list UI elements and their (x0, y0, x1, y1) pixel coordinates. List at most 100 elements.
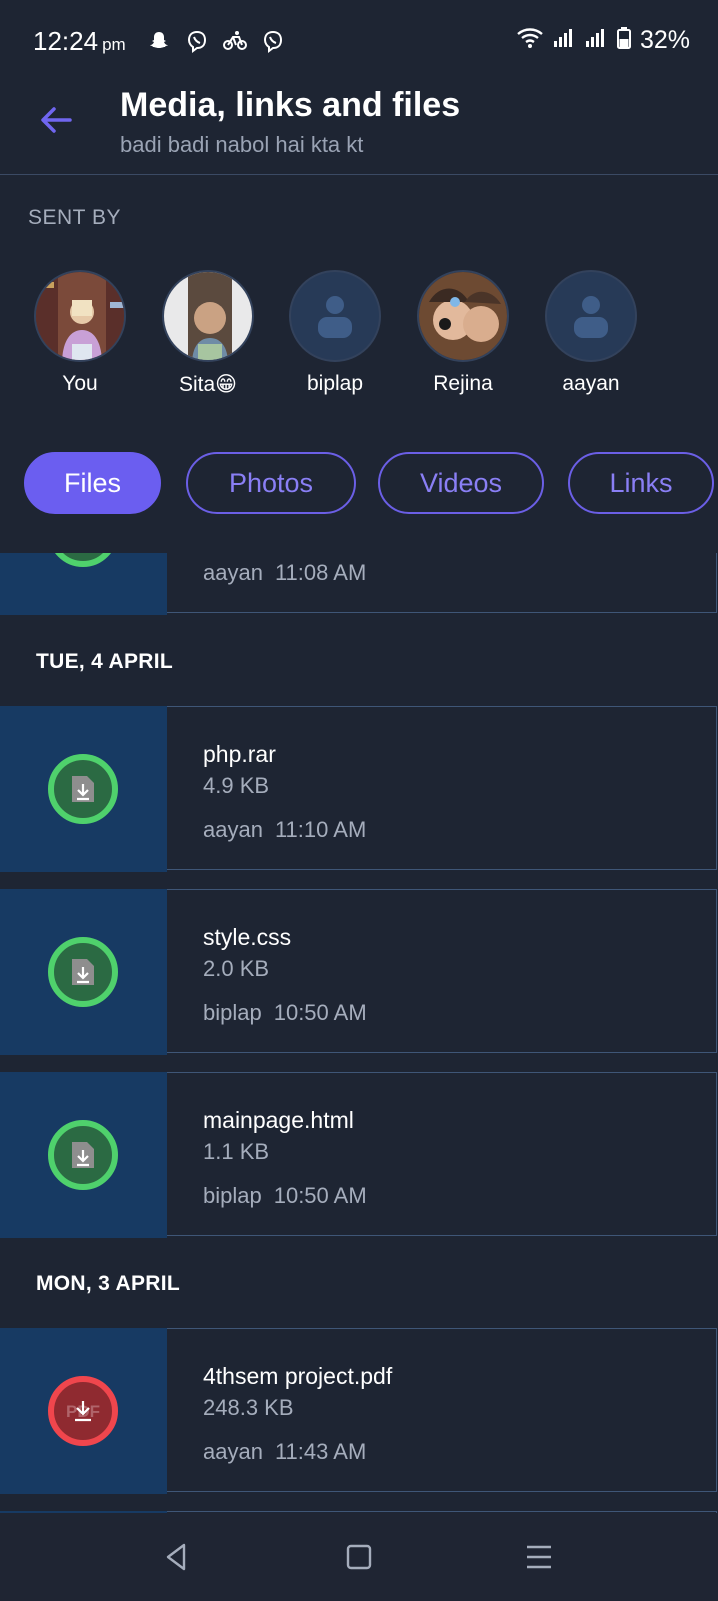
file-meta: aayan 11:43 AM (203, 1439, 366, 1465)
file-size: 4.9 KB (203, 773, 270, 798)
sender-name: biplap (306, 372, 364, 395)
file-info: style.css 2.0 KB biplap 10:50 AM (167, 889, 717, 1053)
avatar (417, 270, 509, 362)
avatar (34, 270, 126, 362)
page-title: Media, links and files (120, 86, 461, 124)
file-time: 11:43 AM (274, 1439, 367, 1464)
square-home-icon (346, 1544, 372, 1570)
snapchat-icon (146, 28, 172, 54)
file-list: aayan 11:08 AM TUE, 4 APRIL php.rar 4.9 K… (0, 553, 718, 1513)
wifi-icon (516, 26, 544, 55)
bicycle-icon (222, 28, 248, 54)
file-time: 10:50 AM (273, 1000, 367, 1025)
download-button[interactable]: PDF (48, 1376, 118, 1446)
tab-files[interactable]: Files (24, 452, 161, 514)
file-thumbnail (0, 1072, 167, 1238)
file-row[interactable]: aayan 11:08 AM (0, 553, 718, 615)
sender-you[interactable]: You (16, 270, 144, 396)
file-sender: aayan (203, 560, 263, 585)
file-meta: aayan 11:08 AM (203, 560, 366, 586)
file-info: 4thsem project.pdf 248.3 KB aayan 11:43 A… (167, 1328, 717, 1492)
file-row[interactable]: style.css 2.0 KB biplap 10:50 AM (0, 889, 718, 1055)
file-name: php.rar (203, 741, 276, 767)
sent-by-label: SENT BY (28, 206, 121, 229)
sender-aayan[interactable]: aayan (527, 270, 655, 396)
media-tabs: Files Photos Videos Links (24, 452, 718, 518)
download-button[interactable] (48, 1120, 118, 1190)
file-name: mainpage.html (203, 1107, 354, 1133)
file-info: php.rar 4.9 KB aayan 11:10 AM (167, 706, 717, 870)
nav-recents-button[interactable] (517, 1535, 561, 1579)
file-sender: biplap (203, 1183, 262, 1208)
viber-icon (184, 28, 210, 54)
file-time: 11:08 AM (274, 560, 367, 585)
download-button[interactable] (48, 754, 118, 824)
file-row[interactable]: mainpage.html 1.1 KB biplap 10:50 AM (0, 1072, 718, 1238)
sender-name: aayan (562, 372, 620, 395)
time-text: 12:24 (33, 26, 99, 56)
battery-percent: 32% (639, 26, 690, 54)
file-size: 2.0 KB (203, 956, 270, 981)
triangle-back-icon (166, 1543, 186, 1571)
signal-icon (552, 26, 576, 55)
pdf-download-icon: PDF (66, 1401, 100, 1422)
app-header: Media, links and files badi badi nabol h… (0, 80, 718, 175)
file-sender: aayan (203, 1439, 263, 1464)
file-meta: biplap 10:50 AM (203, 1183, 367, 1209)
menu-lines-icon (527, 1545, 551, 1569)
sender-sita[interactable]: Sita😁 (144, 270, 272, 397)
sender-name: You (62, 372, 98, 395)
file-row[interactable]: php.rar 4.9 KB aayan 11:10 AM (0, 706, 718, 872)
file-meta: aayan 11:10 AM (203, 817, 366, 843)
download-button[interactable] (48, 553, 118, 567)
file-name: 4thsem project.pdf (203, 1363, 393, 1389)
sender-filter-list: You Sita😁 biplap Rejina aayan (0, 270, 718, 410)
avatar-placeholder (289, 270, 381, 362)
file-size: 248.3 KB (203, 1395, 294, 1420)
file-time: 10:50 AM (273, 1183, 367, 1208)
date-header: TUE, 4 APRIL (36, 650, 174, 673)
sender-name: Rejina (433, 372, 493, 395)
viber-icon (260, 28, 286, 54)
avatar (162, 270, 254, 362)
file-size: 1.1 KB (203, 1139, 270, 1164)
file-info: aayan 11:08 AM (167, 553, 717, 613)
file-name: style.css (203, 924, 292, 950)
sender-biplap[interactable]: biplap (271, 270, 399, 396)
file-info: mainpage.html 1.1 KB biplap 10:50 AM (167, 1072, 717, 1236)
tab-photos[interactable]: Photos (186, 452, 356, 514)
file-sender: aayan (203, 817, 263, 842)
arrow-left-icon (41, 107, 72, 133)
system-icons: 32% (516, 26, 690, 55)
file-thumbnail (0, 706, 167, 872)
sender-rejina[interactable]: Rejina (399, 270, 527, 396)
tab-videos[interactable]: Videos (378, 452, 544, 514)
battery-icon (616, 26, 632, 55)
tab-links[interactable]: Links (568, 452, 714, 514)
status-bar: 12:24 pm 32% (0, 0, 718, 80)
status-time: 12:24 pm (33, 26, 126, 57)
nav-back-button[interactable] (155, 1535, 199, 1579)
file-row[interactable]: PDF 4thsem project.pdf 248.3 KB aayan 11:… (0, 1328, 718, 1494)
download-button[interactable] (48, 937, 118, 1007)
file-meta: biplap 10:50 AM (203, 1000, 367, 1026)
person-icon (574, 296, 608, 338)
download-icon (72, 959, 94, 985)
sender-name: Sita😁 (178, 373, 238, 396)
avatar-placeholder (545, 270, 637, 362)
download-icon (72, 1142, 94, 1168)
download-icon (72, 776, 94, 802)
file-thumbnail: PDF (0, 1328, 167, 1494)
file-thumbnail (0, 553, 167, 615)
date-header: MON, 3 APRIL (36, 1272, 180, 1295)
file-time: 11:10 AM (274, 817, 367, 842)
signal-icon (584, 26, 608, 55)
system-nav-bar (0, 1513, 718, 1601)
back-button[interactable] (34, 98, 78, 142)
nav-home-button[interactable] (337, 1535, 381, 1579)
person-icon (318, 296, 352, 338)
ampm-text: pm (102, 35, 126, 54)
file-thumbnail (0, 889, 167, 1055)
notification-icons (146, 28, 286, 54)
file-sender: biplap (203, 1000, 262, 1025)
